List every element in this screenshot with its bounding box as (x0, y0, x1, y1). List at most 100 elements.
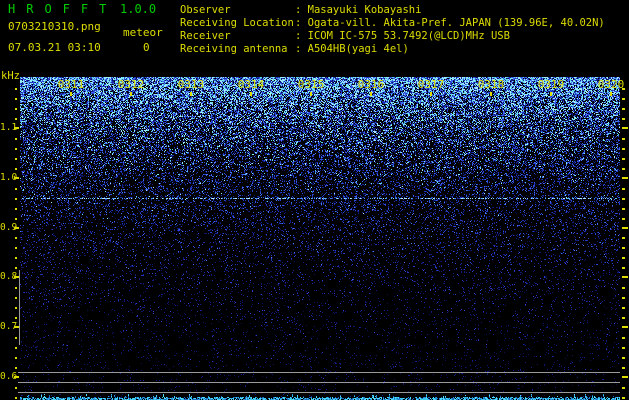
time-label-0317: 0317 (417, 78, 445, 91)
freq-minor-tick-left (15, 168, 17, 170)
minute-tick (310, 92, 312, 96)
hrofft-window: HROFFT 1.0.0 0703210310.png meteor 07.03… (0, 0, 629, 400)
freq-minor-tick-right (622, 257, 625, 259)
time-label-0312: 0312 (117, 78, 145, 91)
info-row-3: Receiving antenna : A504HB(yagi 4el) (180, 43, 605, 56)
freq-minor-tick-right (622, 297, 625, 299)
time-label-0311: 0311 (57, 78, 85, 91)
freq-minor-tick-left (15, 237, 17, 239)
info-row-2: Receiver : ICOM IC-575 53.7492(@LCD)MHz U… (180, 30, 605, 43)
minute-tick (490, 92, 492, 96)
freq-minor-tick-right (622, 158, 625, 160)
freq-major-tick-right (622, 276, 628, 278)
time-label-0320: 0320 (597, 78, 625, 91)
freq-minor-tick-left (15, 208, 17, 210)
freq-label-1.0: 1.0 (0, 172, 18, 183)
freq-minor-tick-left (15, 387, 17, 389)
freq-minor-tick-right (622, 108, 625, 110)
freq-label-0.6: 0.6 (0, 371, 18, 382)
freq-minor-tick-left (15, 108, 17, 110)
receiver-info: Observer : Masayuki Kobayashi Receiving Lo… (180, 4, 605, 56)
freq-minor-tick-right (622, 287, 625, 289)
freq-minor-tick-left (15, 138, 17, 140)
freq-minor-tick-right (622, 218, 625, 220)
freq-minor-tick-right (622, 317, 625, 319)
info-value: : ICOM IC-575 53.7492(@LCD)MHz USB (295, 30, 510, 42)
freq-label-1.1: 1.1 (0, 122, 18, 133)
freq-minor-tick-right (622, 98, 625, 100)
info-value: : A504HB(yagi 4el) (295, 43, 409, 55)
freq-major-tick-right (622, 376, 628, 378)
freq-minor-tick-left (15, 367, 17, 369)
meteor-count: 0 (143, 41, 150, 54)
freq-minor-tick-right (622, 237, 625, 239)
minute-tick (130, 92, 132, 96)
freq-minor-tick-left (15, 158, 17, 160)
time-label-0315: 0315 (297, 78, 325, 91)
signal-scale-bar (19, 270, 20, 345)
freq-minor-tick-left (15, 307, 17, 309)
freq-minor-tick-right (622, 198, 625, 200)
freq-minor-tick-right (622, 307, 625, 309)
info-label: Observer (180, 4, 231, 16)
freq-minor-tick-right (622, 118, 625, 120)
freq-minor-tick-right (622, 188, 625, 190)
freq-minor-tick-right (622, 367, 625, 369)
spectrogram-canvas (20, 77, 620, 400)
freq-minor-tick-right (622, 337, 625, 339)
freq-minor-tick-right (622, 267, 625, 269)
freq-minor-tick-right (622, 208, 625, 210)
freq-major-tick-right (622, 326, 628, 328)
info-value: : Masayuki Kobayashi (295, 4, 422, 16)
freq-minor-tick-left (15, 357, 17, 359)
freq-unit-label: kHz (1, 70, 20, 82)
freq-minor-tick-left (15, 148, 17, 150)
info-row-0: Observer : Masayuki Kobayashi (180, 4, 605, 17)
freq-minor-tick-left (15, 98, 17, 100)
freq-label-0.7: 0.7 (0, 321, 18, 332)
signal-grid-line (18, 372, 620, 373)
freq-minor-tick-left (15, 317, 17, 319)
freq-minor-tick-right (622, 397, 625, 399)
info-row-1: Receiving Location: Ogata-vill. Akita-Pr… (180, 17, 605, 30)
app-version: 1.0.0 (120, 2, 157, 16)
minute-tick (190, 92, 192, 96)
minute-tick (250, 92, 252, 96)
output-filename: 0703210310.png (8, 20, 101, 33)
freq-minor-tick-left (15, 397, 17, 399)
freq-minor-tick-left (15, 218, 17, 220)
time-label-0313: 0313 (177, 78, 205, 91)
time-label-0318: 0318 (477, 78, 505, 91)
freq-minor-tick-right (622, 88, 625, 90)
info-label: Receiving Location (180, 17, 294, 29)
minute-tick (70, 92, 72, 96)
signal-grid-line (18, 392, 620, 393)
freq-label-0.8: 0.8 (0, 271, 18, 282)
minute-tick (430, 92, 432, 96)
freq-minor-tick-left (15, 337, 17, 339)
freq-minor-tick-left (15, 198, 17, 200)
signal-grid-line (18, 382, 620, 383)
minute-tick (550, 92, 552, 96)
info-label: Receiving antenna (180, 43, 288, 55)
time-label-0319: 0319 (537, 78, 565, 91)
app-title: HROFFT (8, 2, 118, 16)
minute-tick (370, 92, 372, 96)
freq-label-0.9: 0.9 (0, 222, 18, 233)
info-label: Receiver (180, 30, 231, 42)
freq-minor-tick-left (15, 287, 17, 289)
freq-minor-tick-right (622, 387, 625, 389)
freq-minor-tick-right (622, 247, 625, 249)
freq-major-tick-right (622, 227, 628, 229)
freq-minor-tick-left (15, 257, 17, 259)
minute-tick (610, 92, 612, 96)
freq-minor-tick-left (15, 267, 17, 269)
time-label-0316: 0316 (357, 78, 385, 91)
freq-major-tick-right (622, 127, 628, 129)
freq-minor-tick-left (15, 188, 17, 190)
freq-minor-tick-right (622, 357, 625, 359)
freq-minor-tick-left (15, 347, 17, 349)
freq-minor-tick-right (622, 148, 625, 150)
freq-minor-tick-right (622, 138, 625, 140)
freq-minor-tick-left (15, 88, 17, 90)
